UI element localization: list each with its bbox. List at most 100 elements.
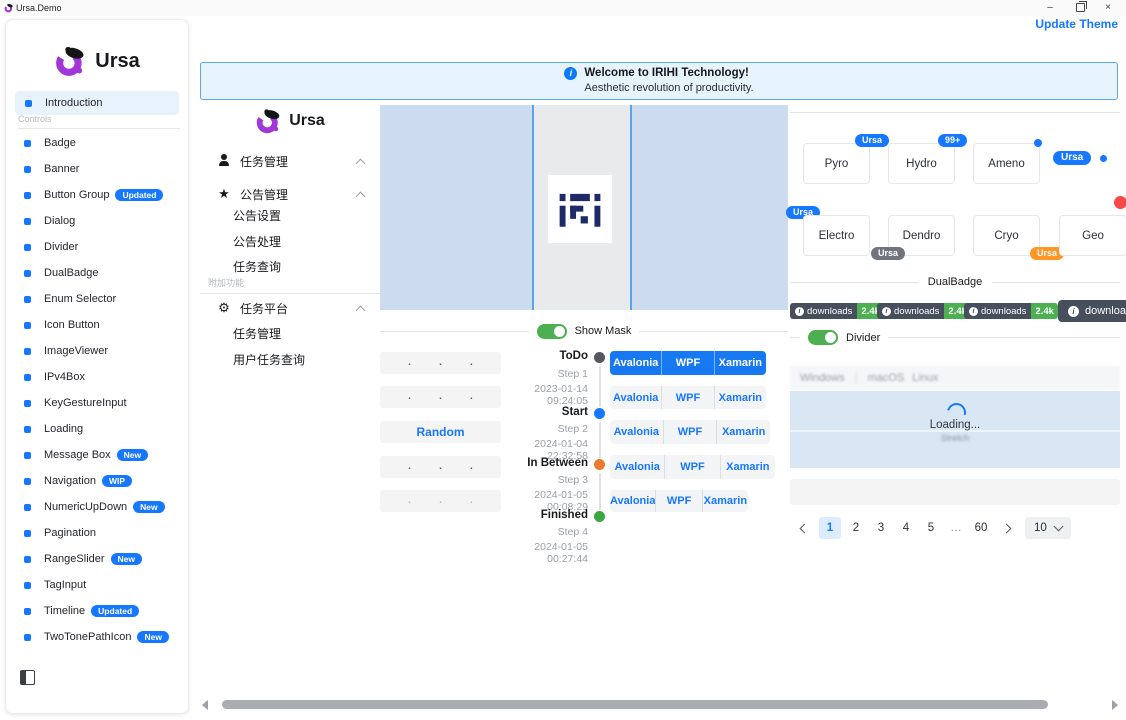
collapse-sidebar-icon[interactable] — [20, 670, 35, 685]
button-group-solid: Avalonia WPF Xamarin — [610, 351, 766, 375]
user-icon — [214, 154, 234, 169]
irihi-logo-glyph — [557, 186, 603, 232]
avalonia-button[interactable]: Avalonia — [610, 386, 661, 409]
timeline-line — [599, 422, 601, 458]
sidebar-item-enum-selector[interactable]: Enum Selector — [6, 286, 188, 312]
sidebar-nav-list: Badge Banner Button GroupUpdated Dialog … — [6, 130, 188, 650]
sidebar-section-label: Controls — [18, 114, 180, 129]
sidebar-item-rangeslider[interactable]: RangeSliderNew — [6, 546, 188, 572]
scroll-left-arrow[interactable] — [202, 700, 208, 710]
menu-item[interactable]: 任务管理 — [233, 320, 373, 346]
dual-badge: idownloads 2.4k — [790, 303, 884, 319]
page-button-2[interactable]: 2 — [846, 517, 866, 539]
sidebar-item-imageviewer[interactable]: ImageViewer — [6, 338, 188, 364]
button-group-compact: Avalonia WPF Xamarin — [610, 490, 748, 512]
scroll-right-arrow[interactable] — [1112, 700, 1118, 710]
tab-windows[interactable]: Windows — [800, 372, 845, 384]
page-prev-button[interactable] — [794, 517, 814, 539]
sidebar-item-timeline[interactable]: TimelineUpdated — [6, 598, 188, 624]
sidebar-item-taginput[interactable]: TagInput — [6, 572, 188, 598]
ipv4-input[interactable]: ... — [380, 386, 501, 408]
maximize-button[interactable] — [1066, 0, 1094, 15]
sidebar-item-introduction[interactable]: Introduction — [15, 91, 179, 115]
sidebar-item-numericupdown[interactable]: NumericUpDownNew — [6, 494, 188, 520]
menu-item[interactable]: 用户任务查询 — [233, 346, 373, 372]
mask-guide-line — [630, 105, 632, 310]
tab-linux[interactable]: Linux — [912, 372, 938, 384]
sidebar-item-keygestureinput[interactable]: KeyGestureInput — [6, 390, 188, 416]
sidebar-item-ipv4box[interactable]: IPv4Box — [6, 364, 188, 390]
chevron-left-icon — [799, 523, 809, 533]
image-viewer[interactable] — [380, 105, 788, 310]
divider-line — [790, 282, 918, 283]
xamarin-button[interactable]: Xamarin — [716, 420, 770, 444]
sidebar-item-dualbadge[interactable]: DualBadge — [6, 260, 188, 286]
minimize-button[interactable]: – — [1036, 0, 1064, 15]
update-theme-button[interactable]: Update Theme — [1035, 17, 1118, 31]
sidebar-item-loading[interactable]: Loading — [6, 416, 188, 442]
info-icon: i — [969, 307, 978, 316]
divider-demo: Divider — [790, 330, 1120, 345]
info-icon: i — [1068, 306, 1079, 317]
sidebar-item-message-box[interactable]: Message BoxNew — [6, 442, 188, 468]
avalonia-button[interactable]: Avalonia — [610, 455, 664, 479]
wpf-button[interactable]: WPF — [661, 386, 713, 409]
menu-group-task-platform[interactable]: ⚙ 任务平台 — [200, 293, 378, 323]
window-title: Ursa.Demo — [16, 3, 62, 13]
menu-group-task-management[interactable]: 任务管理 — [200, 146, 378, 176]
xamarin-button[interactable]: Xamarin — [714, 351, 766, 375]
badge-card-geo: Geo — [1059, 215, 1126, 256]
divider-line — [790, 112, 1120, 113]
wpf-button[interactable]: WPF — [663, 420, 717, 444]
sidebar-item-navigation[interactable]: NavigationWIP — [6, 468, 188, 494]
badge-ursa-gray: Ursa — [871, 247, 905, 260]
avalonia-button[interactable]: Avalonia — [610, 490, 655, 512]
xamarin-button[interactable]: Xamarin — [702, 490, 748, 512]
minimize-icon: – — [1047, 2, 1053, 13]
menu-section-label: 附加功能 — [200, 276, 384, 294]
masked-text: Stretch — [790, 433, 1120, 443]
sidebar-item-divider[interactable]: Divider — [6, 234, 188, 260]
bullet-icon — [24, 634, 31, 641]
ipv4-input[interactable]: ... — [380, 352, 501, 374]
horizontal-scrollbar-thumb[interactable] — [222, 700, 1048, 709]
page-button-5[interactable]: 5 — [921, 517, 941, 539]
page-ellipsis: … — [946, 517, 966, 539]
tab-macos[interactable]: macOS — [867, 372, 904, 384]
status-badge: New — [137, 631, 168, 644]
page-button-3[interactable]: 3 — [871, 517, 891, 539]
show-mask-toggle[interactable] — [537, 324, 567, 339]
page-button-60[interactable]: 60 — [971, 517, 991, 539]
page-size-dropdown[interactable]: 10 — [1025, 517, 1071, 539]
wpf-button[interactable]: WPF — [664, 455, 719, 479]
standalone-ursa-badge: Ursa — [1053, 151, 1091, 165]
bullet-icon — [24, 218, 31, 225]
sidebar-item-button-group[interactable]: Button GroupUpdated — [6, 182, 188, 208]
menu-item[interactable]: 公告处理 — [233, 228, 373, 254]
xamarin-button[interactable]: Xamarin — [720, 455, 775, 479]
menu-item[interactable]: 公告设置 — [233, 202, 373, 228]
wpf-button[interactable]: WPF — [661, 351, 713, 375]
sidebar-item-icon-button[interactable]: Icon Button — [6, 312, 188, 338]
sidebar-item-label: Introduction — [45, 97, 102, 109]
wpf-button[interactable]: WPF — [655, 490, 701, 512]
avalonia-button[interactable]: Avalonia — [610, 420, 663, 444]
xamarin-button[interactable]: Xamarin — [714, 386, 766, 409]
bullet-icon — [24, 140, 31, 147]
sidebar-item-dialog[interactable]: Dialog — [6, 208, 188, 234]
page-next-button[interactable] — [996, 517, 1016, 539]
close-button[interactable]: × — [1094, 0, 1122, 15]
sidebar-item-twotonepathicon[interactable]: TwoTonePathIconNew — [6, 624, 188, 650]
page-button-1[interactable]: 1 — [819, 517, 841, 539]
sidebar-item-badge[interactable]: Badge — [6, 130, 188, 156]
page-button-4[interactable]: 4 — [896, 517, 916, 539]
divider-toggle[interactable] — [808, 330, 838, 345]
badge-dot-red — [1114, 196, 1126, 209]
sidebar-item-banner[interactable]: Banner — [6, 156, 188, 182]
app-window: Ursa.Demo – × Ursa Introduction Controls… — [0, 0, 1126, 720]
random-button[interactable]: Random — [380, 421, 501, 443]
sidebar-item-pagination[interactable]: Pagination — [6, 520, 188, 546]
avalonia-button[interactable]: Avalonia — [610, 351, 661, 375]
ipv4-input[interactable]: ... — [380, 456, 501, 478]
show-mask-label: Show Mask — [575, 325, 632, 337]
